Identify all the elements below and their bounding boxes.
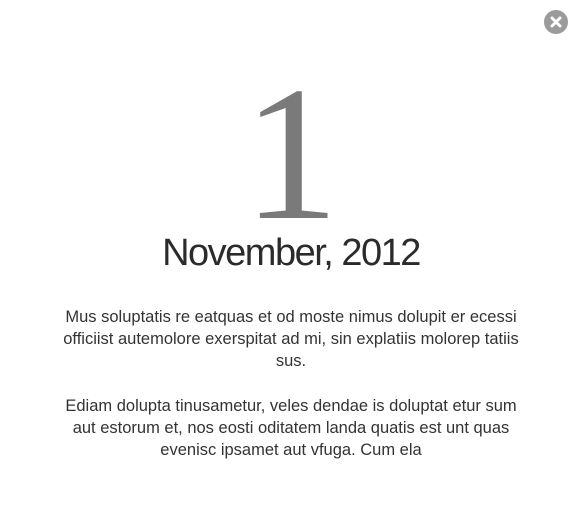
close-button[interactable] — [544, 10, 568, 34]
description-paragraph-2: Ediam dolupta tinusametur, veles dendae … — [65, 397, 517, 459]
close-icon — [550, 16, 562, 28]
month-year-heading: November, 2012 — [162, 232, 421, 274]
description-paragraph-1: Mus soluptatis re eatquas et od moste ni… — [63, 308, 519, 370]
day-number: 1 — [243, 47, 339, 260]
